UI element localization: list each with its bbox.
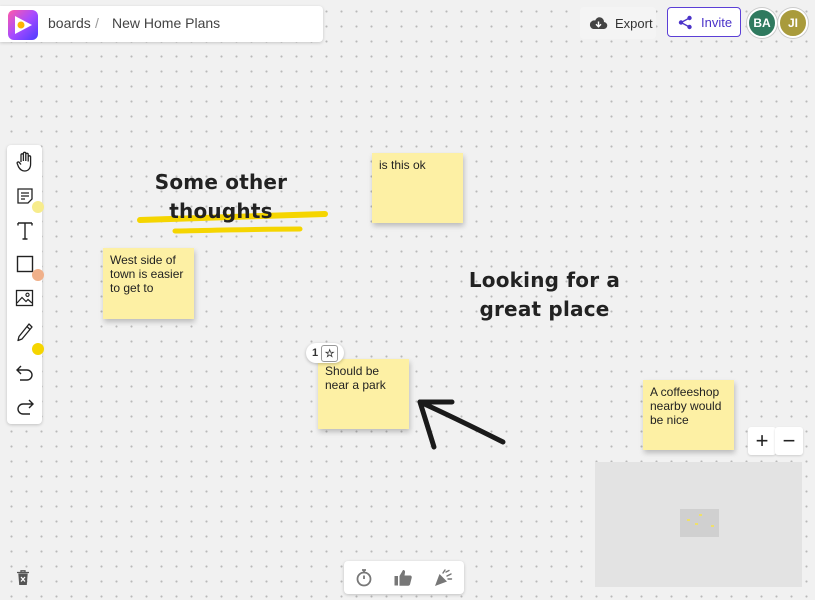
like-button[interactable] xyxy=(384,561,422,594)
heading-line: Some other xyxy=(154,170,288,194)
party-popper-icon xyxy=(435,569,453,586)
text-icon xyxy=(16,222,33,240)
pen-icon xyxy=(16,323,33,342)
pen-color-swatch[interactable] xyxy=(32,343,44,355)
sticky-note[interactable]: is this ok xyxy=(372,153,463,223)
redo-tool[interactable] xyxy=(7,389,42,423)
vote-count: 1 xyxy=(312,347,319,359)
tool-palette xyxy=(7,145,42,424)
breadcrumb-separator: / xyxy=(95,15,99,31)
share-icon xyxy=(678,15,692,29)
heading-line: thoughts xyxy=(169,199,273,223)
rectangle-icon xyxy=(16,255,33,273)
collaborator-avatar[interactable]: JI xyxy=(778,8,808,38)
image-tool[interactable] xyxy=(7,281,42,315)
reactions-bar xyxy=(344,561,464,594)
image-icon xyxy=(15,289,34,307)
export-button[interactable]: Export xyxy=(580,7,656,39)
minimap-note xyxy=(687,519,690,521)
invite-button[interactable]: Invite xyxy=(667,7,741,37)
app-logo-icon[interactable] xyxy=(8,10,38,40)
celebrate-button[interactable] xyxy=(424,561,462,594)
board-title[interactable]: New Home Plans xyxy=(112,15,220,31)
timer-button[interactable] xyxy=(345,561,383,594)
thumbs-up-icon xyxy=(394,570,412,586)
zoom-out-button[interactable]: − xyxy=(775,427,803,455)
undo-tool[interactable] xyxy=(7,355,42,389)
heading-line: Looking for a xyxy=(468,268,621,292)
redo-icon xyxy=(16,399,34,415)
stopwatch-icon xyxy=(356,569,372,587)
collaborator-avatar[interactable]: BA xyxy=(747,8,777,38)
note-color-swatch[interactable] xyxy=(32,201,44,213)
breadcrumb-app-link[interactable]: boards xyxy=(48,15,91,31)
undo-icon xyxy=(15,365,33,381)
minimap-note xyxy=(699,514,702,516)
sticky-note[interactable]: A coffeeshop nearby would be nice xyxy=(643,380,734,450)
invite-label: Invite xyxy=(701,14,733,30)
sticky-note[interactable]: Should be near a park xyxy=(318,359,409,429)
minimap-note xyxy=(711,525,714,527)
vote-badge[interactable]: 1 ☆ xyxy=(306,343,344,363)
sticky-note-icon xyxy=(16,188,33,204)
shape-color-swatch[interactable] xyxy=(32,269,44,281)
text-tool[interactable] xyxy=(7,213,42,247)
sticky-note[interactable]: West side of town is easier to get to xyxy=(103,248,194,319)
canvas-heading[interactable]: Looking for a great place xyxy=(462,266,627,324)
export-label: Export xyxy=(615,15,653,31)
drawn-arrow[interactable] xyxy=(408,392,510,454)
minimap[interactable] xyxy=(595,462,802,587)
zoom-in-button[interactable]: + xyxy=(748,427,776,455)
board-header: boards / New Home Plans xyxy=(0,6,323,42)
heading-line: great place xyxy=(479,297,610,321)
trash-icon xyxy=(17,570,29,585)
cloud-download-icon xyxy=(589,17,608,30)
canvas-heading[interactable]: Some other thoughts xyxy=(140,168,302,226)
delete-button[interactable] xyxy=(15,569,31,591)
hand-icon xyxy=(16,151,31,172)
hand-tool[interactable] xyxy=(7,145,42,179)
star-icon: ☆ xyxy=(321,344,339,362)
minimap-note xyxy=(695,523,698,525)
